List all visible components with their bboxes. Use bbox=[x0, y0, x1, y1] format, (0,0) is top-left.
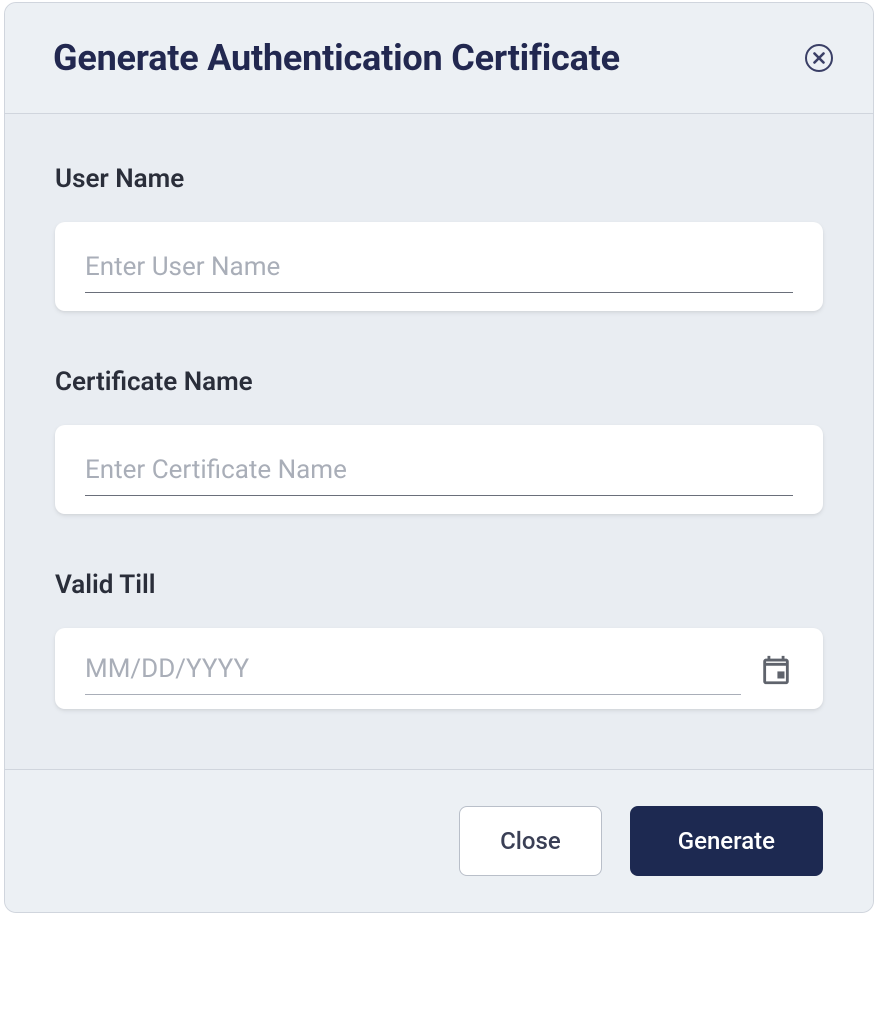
validtill-field-group: Valid Till bbox=[55, 570, 823, 709]
generate-auth-certificate-dialog: Generate Authentication Certificate User… bbox=[4, 2, 874, 913]
generate-button[interactable]: Generate bbox=[630, 806, 823, 876]
validtill-label: Valid Till bbox=[55, 570, 823, 600]
dialog-title: Generate Authentication Certificate bbox=[53, 37, 620, 79]
certname-input-card bbox=[55, 425, 823, 514]
dialog-body: User Name Certificate Name Valid Till bbox=[5, 114, 873, 769]
dialog-header: Generate Authentication Certificate bbox=[5, 3, 873, 114]
calendar-icon[interactable] bbox=[759, 652, 793, 688]
dialog-footer: Close Generate bbox=[5, 769, 873, 912]
certname-field-group: Certificate Name bbox=[55, 367, 823, 514]
certname-input[interactable] bbox=[85, 449, 793, 496]
close-icon[interactable] bbox=[805, 44, 833, 72]
close-button[interactable]: Close bbox=[459, 806, 602, 876]
validtill-input-card bbox=[55, 628, 823, 709]
certname-label: Certificate Name bbox=[55, 367, 823, 397]
validtill-input[interactable] bbox=[85, 648, 741, 695]
username-input-card bbox=[55, 222, 823, 311]
username-field-group: User Name bbox=[55, 164, 823, 311]
username-input[interactable] bbox=[85, 246, 793, 293]
username-label: User Name bbox=[55, 164, 823, 194]
